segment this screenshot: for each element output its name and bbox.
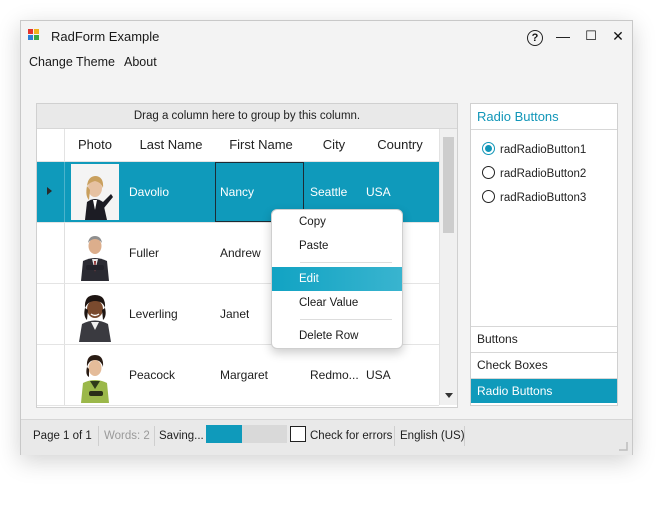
cell-last-name[interactable]: Peacock	[129, 345, 175, 405]
column-header-country[interactable]: Country	[367, 129, 433, 161]
check-for-errors-label[interactable]: Check for errors	[310, 427, 392, 445]
person-photo-icon	[71, 286, 119, 342]
menu-bar: Change Theme About	[21, 53, 632, 73]
radio-unchecked-icon	[482, 166, 495, 179]
grid-vertical-scrollbar[interactable]	[439, 129, 457, 405]
resize-grip-icon[interactable]	[618, 440, 628, 451]
menu-about[interactable]: About	[124, 55, 157, 69]
check-for-errors-checkbox[interactable]	[290, 426, 306, 442]
window-title: RadForm Example	[51, 29, 160, 44]
scrollbar-thumb[interactable]	[443, 137, 454, 233]
cell-last-name[interactable]: Leverling	[129, 284, 178, 344]
minimize-button[interactable]: —	[551, 25, 575, 47]
row-indicator	[37, 345, 65, 405]
grid-header-row: Photo Last Name First Name City Country	[37, 129, 439, 162]
radio-label: radRadioButton2	[500, 168, 587, 180]
cell-city[interactable]: Redmo...	[310, 345, 359, 405]
progress-fill	[206, 425, 243, 443]
app-window: RadForm Example ? — ☐ ✕ Change Theme Abo…	[20, 20, 633, 455]
progress-bar	[206, 425, 287, 443]
status-bar: Page 1 of 1 Words: 2 Saving... Check for…	[21, 419, 632, 455]
context-menu-edit[interactable]: Edit	[272, 267, 402, 291]
table-row[interactable]: Peacock Margaret Redmo... USA	[37, 345, 439, 406]
context-menu-paste[interactable]: Paste	[272, 234, 402, 258]
nav-item-radio-buttons[interactable]: Radio Buttons	[471, 378, 617, 403]
cell-first-name[interactable]: Janet	[220, 284, 249, 344]
radio-unchecked-icon	[482, 190, 495, 203]
status-separator	[464, 426, 465, 446]
radio-checked-icon	[482, 142, 495, 155]
cell-first-name[interactable]: Andrew	[220, 223, 261, 283]
help-icon: ?	[527, 30, 543, 46]
radio-label: radRadioButton1	[500, 144, 587, 156]
radio-label: radRadioButton3	[500, 192, 587, 204]
context-menu: Copy Paste Edit Clear Value Delete Row	[271, 209, 403, 349]
column-header-first-name[interactable]: First Name	[217, 129, 305, 161]
row-indicator	[37, 223, 65, 283]
status-page: Page 1 of 1	[33, 430, 92, 442]
title-bar[interactable]: RadForm Example ? — ☐ ✕	[21, 21, 632, 51]
status-separator	[394, 426, 395, 446]
context-menu-copy[interactable]: Copy	[272, 210, 402, 234]
context-menu-separator	[300, 262, 392, 263]
context-menu-delete-row[interactable]: Delete Row	[272, 324, 402, 348]
context-menu-clear-value[interactable]: Clear Value	[272, 291, 402, 315]
column-header-last-name[interactable]: Last Name	[127, 129, 215, 161]
close-button[interactable]: ✕	[606, 25, 630, 47]
person-photo-icon	[71, 164, 119, 220]
cell-last-name[interactable]: Davolio	[129, 162, 169, 222]
status-language[interactable]: English (US)	[400, 427, 465, 445]
status-separator	[154, 426, 155, 446]
nav-item-check-boxes[interactable]: Check Boxes	[471, 352, 617, 377]
header-indicator-cell	[37, 129, 65, 161]
cell-last-name[interactable]: Fuller	[129, 223, 159, 283]
row-indicator	[37, 284, 65, 344]
group-panel[interactable]: Drag a column here to group by this colu…	[37, 104, 457, 129]
column-header-photo[interactable]: Photo	[67, 129, 123, 161]
help-button[interactable]: ?	[523, 25, 547, 47]
cell-first-name[interactable]: Margaret	[220, 345, 268, 405]
current-row-arrow-icon	[47, 187, 52, 195]
cell-country[interactable]: USA	[366, 345, 391, 405]
app-icon	[28, 29, 40, 41]
status-words: Words: 2	[104, 430, 150, 442]
row-indicator	[37, 162, 65, 222]
column-header-city[interactable]: City	[307, 129, 361, 161]
menu-change-theme[interactable]: Change Theme	[29, 55, 115, 69]
maximize-button[interactable]: ☐	[579, 25, 603, 47]
status-saving: Saving...	[159, 430, 204, 442]
person-photo-icon	[71, 347, 119, 403]
radio-buttons-panel: Radio Buttons radRadioButton1 radRadioBu…	[470, 103, 618, 406]
panel-header: Radio Buttons	[471, 104, 617, 130]
context-menu-separator	[300, 319, 392, 320]
scroll-down-arrow-icon[interactable]	[445, 393, 453, 398]
person-photo-icon	[71, 225, 119, 281]
nav-item-buttons[interactable]: Buttons	[471, 326, 617, 351]
status-separator	[98, 426, 99, 446]
